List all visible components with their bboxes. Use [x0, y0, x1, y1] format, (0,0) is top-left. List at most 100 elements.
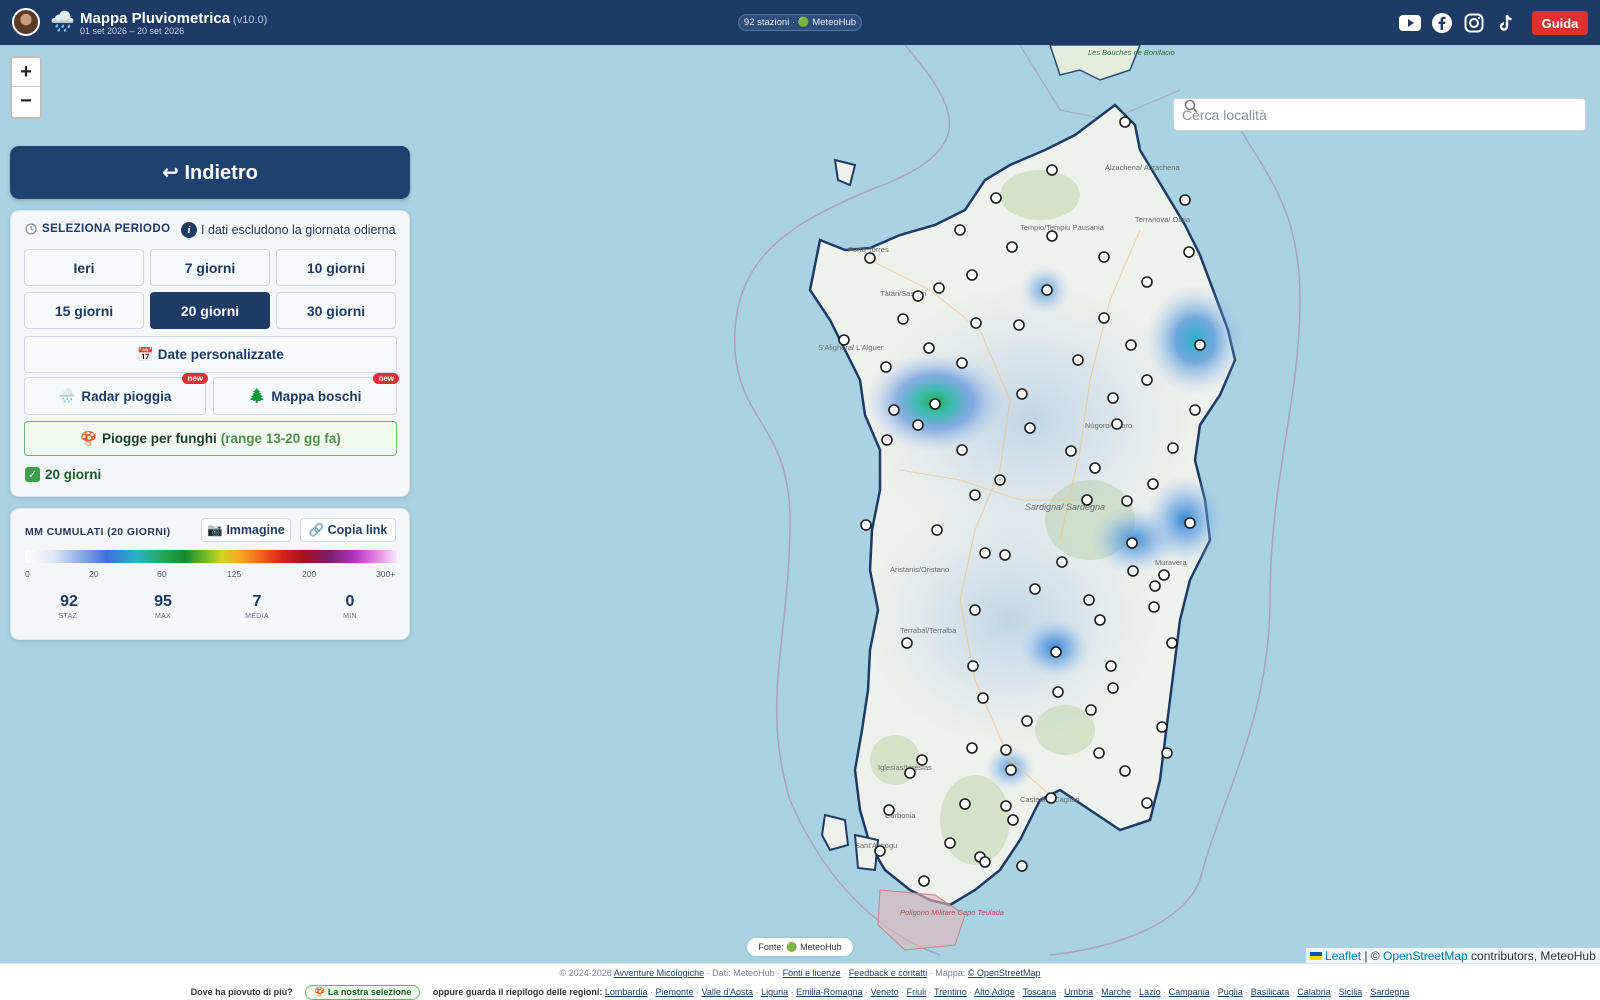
station-marker[interactable] — [1005, 764, 1017, 776]
station-marker[interactable] — [1098, 312, 1110, 324]
period-button-20[interactable]: 20 giorni — [150, 292, 270, 329]
station-marker[interactable] — [1050, 646, 1062, 658]
station-marker[interactable] — [1046, 164, 1058, 176]
station-marker[interactable] — [966, 742, 978, 754]
region-link[interactable]: Liguria — [761, 987, 788, 997]
station-marker[interactable] — [929, 398, 941, 410]
period-button-ieri[interactable]: Ieri — [24, 249, 144, 286]
tiktok-icon[interactable] — [1495, 12, 1517, 34]
station-marker[interactable] — [1081, 494, 1093, 506]
station-marker[interactable] — [1013, 319, 1025, 331]
station-marker[interactable] — [1083, 594, 1095, 606]
avatar[interactable] — [12, 8, 40, 36]
station-marker[interactable] — [874, 845, 886, 857]
region-link[interactable]: Campania — [1169, 987, 1210, 997]
back-button[interactable]: ↩ Indietro — [10, 146, 410, 199]
station-marker[interactable] — [931, 524, 943, 536]
station-marker[interactable] — [923, 342, 935, 354]
station-marker[interactable] — [1141, 374, 1153, 386]
station-marker[interactable] — [1148, 601, 1160, 613]
station-marker[interactable] — [1041, 284, 1053, 296]
station-marker[interactable] — [944, 837, 956, 849]
station-marker[interactable] — [1107, 682, 1119, 694]
period-button-30[interactable]: 30 giorni — [276, 292, 396, 329]
station-marker[interactable] — [1141, 276, 1153, 288]
station-marker[interactable] — [1052, 686, 1064, 698]
station-marker[interactable] — [1179, 194, 1191, 206]
station-marker[interactable] — [959, 798, 971, 810]
station-marker[interactable] — [1183, 246, 1195, 258]
region-link[interactable]: Sardegna — [1370, 987, 1409, 997]
station-marker[interactable] — [969, 604, 981, 616]
region-link[interactable]: Veneto — [871, 987, 899, 997]
radar-button[interactable]: 🌧️ Radar pioggia new — [24, 373, 208, 415]
region-link[interactable]: Piemonte — [655, 987, 693, 997]
region-link[interactable]: Friuli — [907, 987, 927, 997]
station-marker[interactable] — [990, 192, 1002, 204]
station-marker[interactable] — [979, 856, 991, 868]
station-marker[interactable] — [1126, 537, 1138, 549]
station-marker[interactable] — [1072, 354, 1084, 366]
osm-link[interactable]: OpenStreetMap — [1383, 949, 1468, 963]
station-marker[interactable] — [933, 282, 945, 294]
avventure-link[interactable]: Avventure Micologiche — [614, 968, 704, 978]
station-marker[interactable] — [977, 692, 989, 704]
station-marker[interactable] — [1024, 422, 1036, 434]
station-marker[interactable] — [1046, 230, 1058, 242]
station-marker[interactable] — [1000, 800, 1012, 812]
region-link[interactable]: Trentino — [934, 987, 967, 997]
station-marker[interactable] — [1125, 339, 1137, 351]
station-marker[interactable] — [881, 434, 893, 446]
youtube-icon[interactable] — [1399, 12, 1421, 34]
station-marker[interactable] — [1085, 704, 1097, 716]
period-button-15[interactable]: 15 giorni — [24, 292, 144, 329]
feedback-link[interactable]: Feedback e contatti — [849, 968, 928, 978]
region-link[interactable]: Calabria — [1297, 987, 1331, 997]
station-marker[interactable] — [888, 404, 900, 416]
station-marker[interactable] — [1127, 565, 1139, 577]
station-marker[interactable] — [969, 489, 981, 501]
station-marker[interactable] — [1094, 614, 1106, 626]
image-button[interactable]: 📷 Immagine — [201, 518, 291, 542]
station-marker[interactable] — [1065, 445, 1077, 457]
copy-link-button[interactable]: 🔗 Copia link — [300, 518, 396, 542]
station-marker[interactable] — [956, 444, 968, 456]
station-marker[interactable] — [979, 547, 991, 559]
station-marker[interactable] — [1016, 860, 1028, 872]
station-marker[interactable] — [1016, 388, 1028, 400]
station-marker[interactable] — [912, 419, 924, 431]
station-marker[interactable] — [904, 767, 916, 779]
station-marker[interactable] — [901, 637, 913, 649]
region-link[interactable]: Valle d'Aosta — [701, 987, 753, 997]
station-marker[interactable] — [897, 313, 909, 325]
station-marker[interactable] — [860, 519, 872, 531]
station-marker[interactable] — [1189, 404, 1201, 416]
osm-footer-link[interactable]: © OpenStreetMap — [968, 968, 1041, 978]
region-link[interactable]: Alto Adige — [974, 987, 1015, 997]
region-link[interactable]: Toscana — [1023, 987, 1057, 997]
station-marker[interactable] — [1119, 116, 1131, 128]
station-marker[interactable] — [1167, 442, 1179, 454]
leaflet-link[interactable]: Leaflet — [1325, 949, 1361, 963]
zoom-in-button[interactable]: + — [12, 58, 40, 87]
sources-link[interactable]: Fonti e licenze — [783, 968, 841, 978]
station-marker[interactable] — [1045, 792, 1057, 804]
station-marker[interactable] — [1184, 517, 1196, 529]
station-marker[interactable] — [1111, 418, 1123, 430]
station-marker[interactable] — [1089, 462, 1101, 474]
station-marker[interactable] — [1149, 580, 1161, 592]
search-input[interactable] — [1182, 106, 1542, 123]
instagram-icon[interactable] — [1463, 12, 1485, 34]
region-link[interactable]: Umbria — [1064, 987, 1093, 997]
station-marker[interactable] — [1021, 715, 1033, 727]
station-marker[interactable] — [1121, 495, 1133, 507]
facebook-icon[interactable] — [1431, 12, 1453, 34]
region-link[interactable]: Lazio — [1139, 987, 1161, 997]
region-link[interactable]: Puglia — [1218, 987, 1243, 997]
station-marker[interactable] — [1166, 637, 1178, 649]
custom-dates-button[interactable]: 📅 Date personalizzate — [24, 336, 397, 373]
station-marker[interactable] — [1105, 660, 1117, 672]
station-marker[interactable] — [1156, 721, 1168, 733]
zoom-out-button[interactable]: − — [12, 87, 40, 116]
region-link[interactable]: Emilia-Romagna — [796, 987, 863, 997]
